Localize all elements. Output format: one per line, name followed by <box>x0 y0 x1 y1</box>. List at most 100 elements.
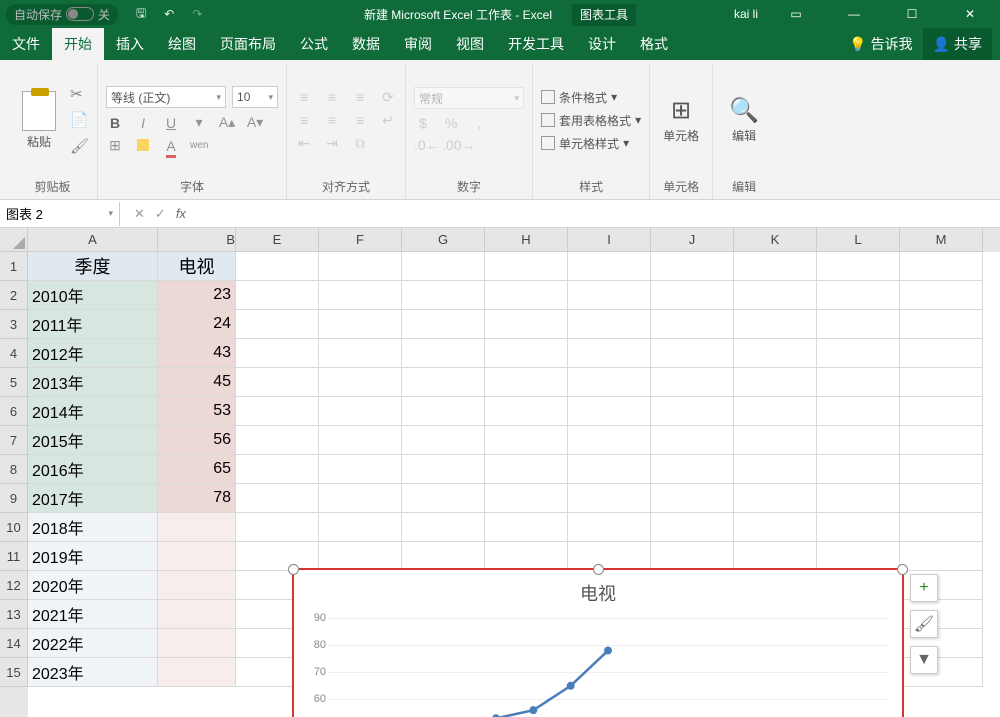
close-icon[interactable]: ✕ <box>950 0 990 28</box>
currency-icon[interactable]: $ <box>414 115 432 131</box>
cell[interactable] <box>734 310 817 339</box>
cell[interactable] <box>651 426 734 455</box>
cell[interactable]: 56 <box>158 426 236 455</box>
wrap-text-icon[interactable]: ↵ <box>379 112 397 129</box>
cell[interactable] <box>651 542 734 571</box>
cell[interactable] <box>734 368 817 397</box>
indent-right-icon[interactable]: ⇥ <box>323 135 341 152</box>
percent-icon[interactable]: % <box>442 115 460 131</box>
cell[interactable]: 2016年 <box>28 455 158 484</box>
cell[interactable] <box>734 426 817 455</box>
cell[interactable] <box>485 368 568 397</box>
col-header[interactable]: A <box>28 228 158 252</box>
cells-button[interactable]: ⊞单元格 <box>658 96 704 144</box>
autosave-toggle[interactable]: 自动保存 关 <box>6 4 118 25</box>
cell[interactable]: 2022年 <box>28 629 158 658</box>
row-header[interactable]: 1 <box>0 252 28 281</box>
cell[interactable] <box>651 455 734 484</box>
cell[interactable] <box>236 455 319 484</box>
row-header[interactable]: 14 <box>0 629 28 658</box>
cell[interactable] <box>568 368 651 397</box>
cell[interactable] <box>817 252 900 281</box>
row-header[interactable]: 3 <box>0 310 28 339</box>
col-header[interactable]: I <box>568 228 651 252</box>
cell[interactable] <box>651 397 734 426</box>
cell[interactable] <box>485 426 568 455</box>
format-painter-icon[interactable]: 🖌 <box>70 137 89 155</box>
row-header[interactable]: 12 <box>0 571 28 600</box>
cell[interactable] <box>236 339 319 368</box>
cell[interactable] <box>236 397 319 426</box>
cell[interactable] <box>817 484 900 513</box>
resize-handle[interactable] <box>593 564 604 575</box>
align-bottom-icon[interactable]: ≡ <box>351 89 369 105</box>
tab-dev[interactable]: 开发工具 <box>496 28 576 60</box>
table-format-button[interactable]: 套用表格格式 ▾ <box>541 112 641 129</box>
cell[interactable] <box>402 397 485 426</box>
col-header[interactable]: J <box>651 228 734 252</box>
share-button[interactable]: 👤 共享 <box>923 28 992 60</box>
worksheet[interactable]: 1 2 3 4 5 6 7 8 9 10 11 12 13 14 15 A B … <box>0 228 1000 717</box>
cell[interactable] <box>319 542 402 571</box>
cell[interactable]: 78 <box>158 484 236 513</box>
align-left-icon[interactable]: ≡ <box>295 112 313 128</box>
cell[interactable] <box>900 310 983 339</box>
cell[interactable] <box>817 368 900 397</box>
cell[interactable]: 43 <box>158 339 236 368</box>
cut-icon[interactable]: ✂ <box>70 85 89 103</box>
cell[interactable] <box>236 513 319 542</box>
cell[interactable] <box>402 339 485 368</box>
enter-icon[interactable]: ✓ <box>155 206 166 222</box>
cell[interactable] <box>485 310 568 339</box>
cell[interactable] <box>568 339 651 368</box>
cell[interactable]: 65 <box>158 455 236 484</box>
col-header[interactable]: G <box>402 228 485 252</box>
cell[interactable] <box>402 281 485 310</box>
bold-button[interactable]: B <box>106 115 124 131</box>
cell[interactable] <box>236 368 319 397</box>
cell[interactable] <box>734 397 817 426</box>
cell[interactable] <box>900 281 983 310</box>
undo-icon[interactable]: ↶ <box>164 7 174 21</box>
cell[interactable] <box>900 426 983 455</box>
cell[interactable] <box>900 455 983 484</box>
row-header[interactable]: 2 <box>0 281 28 310</box>
cell[interactable] <box>319 281 402 310</box>
tab-formula[interactable]: 公式 <box>288 28 340 60</box>
cell[interactable]: 2010年 <box>28 281 158 310</box>
cell[interactable] <box>158 513 236 542</box>
row-header[interactable]: 11 <box>0 542 28 571</box>
cell[interactable] <box>651 281 734 310</box>
font-color-button[interactable]: A <box>162 138 180 154</box>
cell[interactable] <box>651 339 734 368</box>
cell[interactable] <box>900 513 983 542</box>
cell[interactable] <box>319 455 402 484</box>
decrease-decimal-icon[interactable]: .00→ <box>442 137 460 153</box>
cell-style-button[interactable]: 单元格样式 ▾ <box>541 135 641 152</box>
row-header[interactable]: 10 <box>0 513 28 542</box>
cell[interactable] <box>817 542 900 571</box>
italic-button[interactable]: I <box>134 115 152 131</box>
row-header[interactable]: 9 <box>0 484 28 513</box>
select-all-corner[interactable] <box>0 228 28 252</box>
cell[interactable] <box>236 426 319 455</box>
edit-button[interactable]: 🔍编辑 <box>721 96 767 144</box>
cell[interactable] <box>236 252 319 281</box>
cell[interactable] <box>568 281 651 310</box>
chart-elements-button[interactable]: + <box>910 574 938 602</box>
cell[interactable] <box>651 310 734 339</box>
cell[interactable] <box>568 397 651 426</box>
cell[interactable] <box>402 310 485 339</box>
cell[interactable] <box>900 252 983 281</box>
col-header[interactable]: F <box>319 228 402 252</box>
cell[interactable] <box>319 397 402 426</box>
font-size-select[interactable]: 10▾ <box>232 86 278 108</box>
border-icon[interactable]: ⊞ <box>106 137 124 154</box>
cell[interactable] <box>568 513 651 542</box>
phonetic-button[interactable]: wen <box>190 140 208 151</box>
align-top-icon[interactable]: ≡ <box>295 89 313 105</box>
cell[interactable]: 2011年 <box>28 310 158 339</box>
redo-icon[interactable]: ↷ <box>192 7 202 21</box>
cell[interactable] <box>319 513 402 542</box>
name-box[interactable]: 图表 2▾ <box>0 202 120 226</box>
